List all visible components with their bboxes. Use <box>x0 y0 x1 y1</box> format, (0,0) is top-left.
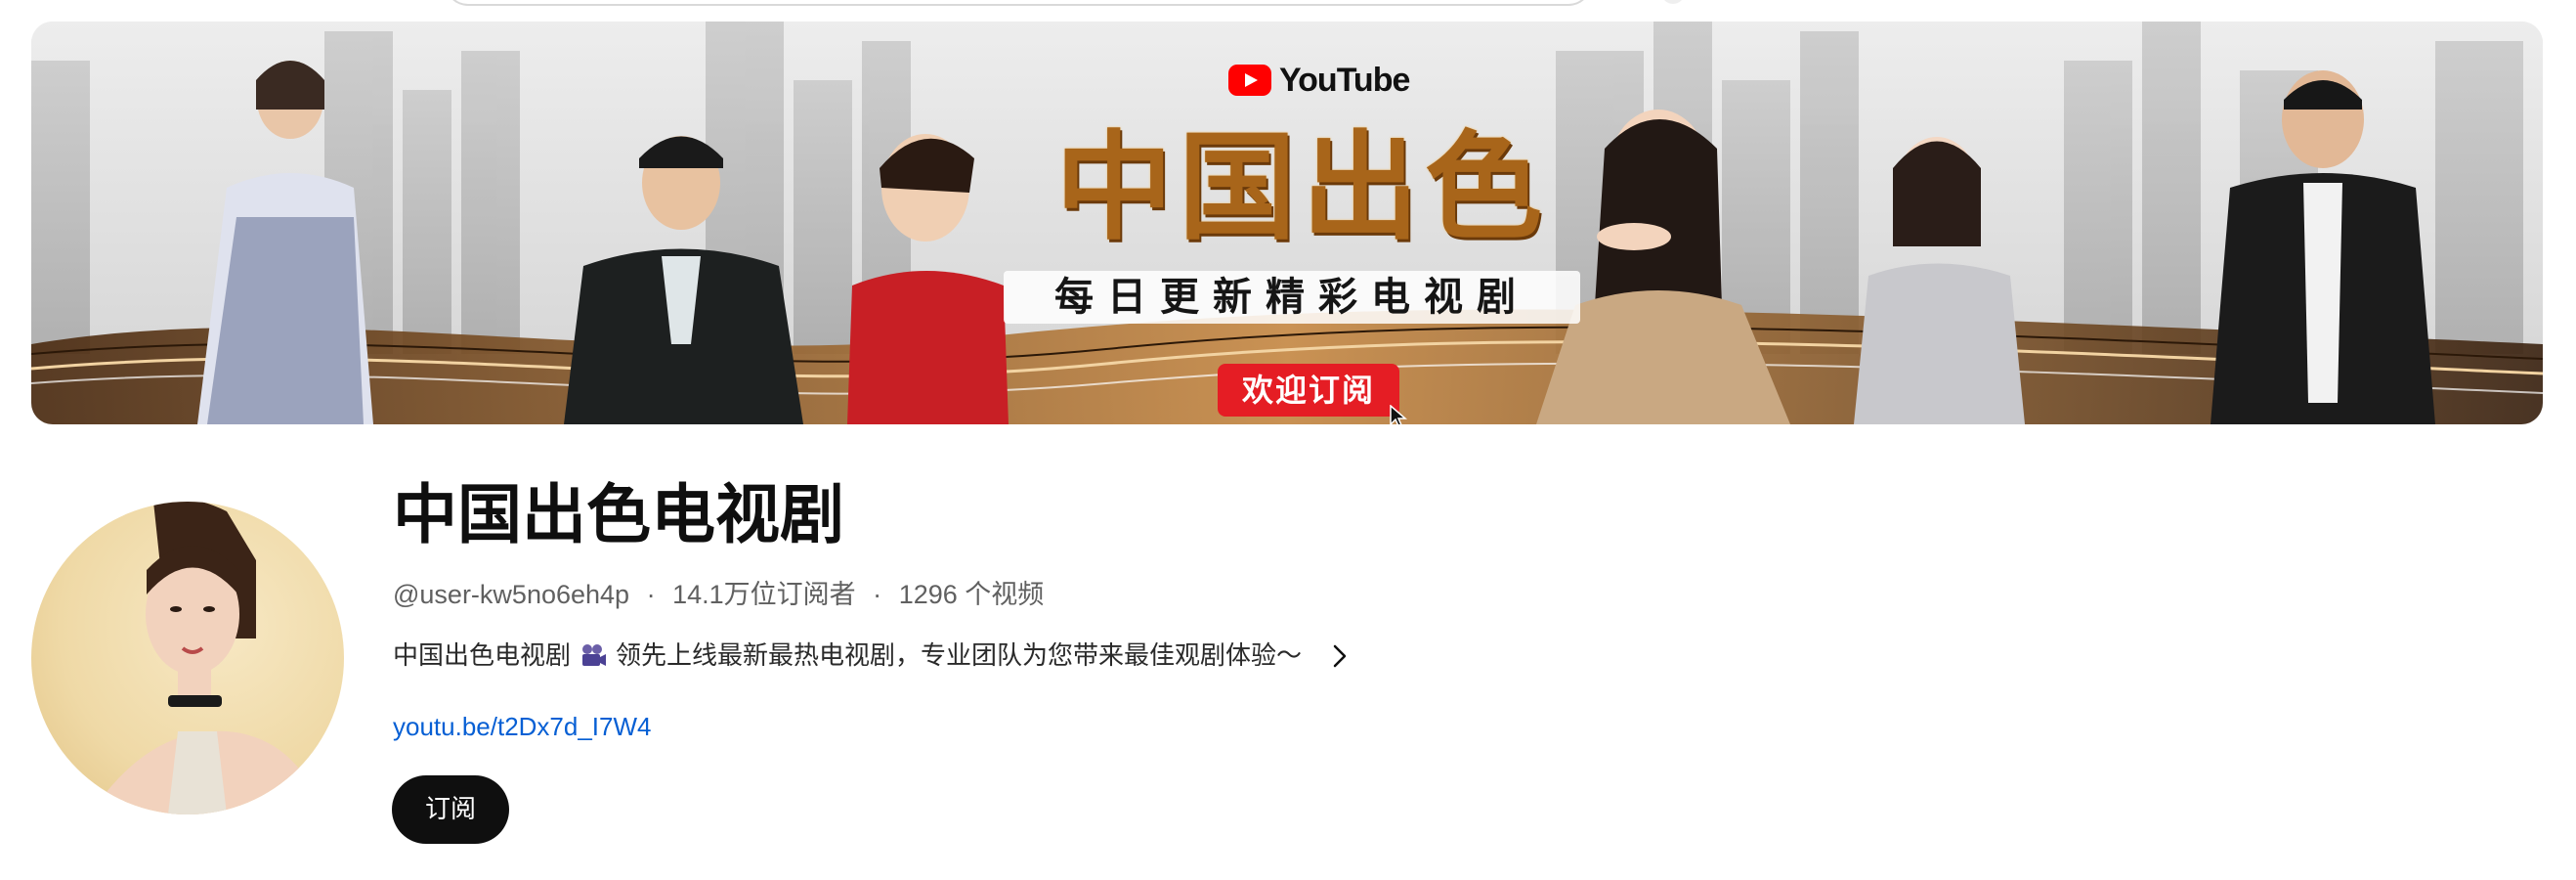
channel-description[interactable]: 中国出色电视剧 领先上线最新最热电视剧，专业团队为您带来最佳观剧体验～ <box>393 638 1354 674</box>
channel-avatar[interactable] <box>31 502 344 814</box>
channel-handle: @user-kw5no6eh4p <box>393 580 630 609</box>
banner-subscribe-badge: 欢迎订阅 <box>1218 364 1399 417</box>
meta-separator: · <box>873 580 882 609</box>
search-bar[interactable] <box>445 0 1592 6</box>
video-count: 1296 个视频 <box>898 580 1045 609</box>
youtube-logo: YouTube <box>1228 61 1410 100</box>
mouse-cursor-icon <box>1390 405 1407 424</box>
channel-name: 中国出色电视剧 <box>393 477 844 552</box>
youtube-play-icon <box>1228 65 1271 96</box>
description-start: 中国出色电视剧 <box>393 641 572 671</box>
banner-subtitle: 每日更新精彩电视剧 <box>1004 271 1580 324</box>
youtube-wordmark: YouTube <box>1279 61 1410 99</box>
subscriber-count: 14.1万位订阅者 <box>672 580 856 609</box>
avatar-portrait <box>90 502 324 814</box>
description-end: 领先上线最新最热电视剧，专业团队为您带来最佳观剧体验～ <box>616 641 1303 671</box>
movie-camera-icon <box>582 644 607 666</box>
meta-separator: · <box>646 580 656 609</box>
channel-link[interactable]: youtu.be/t2Dx7d_I7W4 <box>393 710 652 743</box>
banner-title: 中国出色 <box>1055 118 1548 256</box>
chevron-right-icon[interactable] <box>1325 641 1354 671</box>
channel-meta: @user-kw5no6eh4p · 14.1万位订阅者 · 1296 个视频 <box>393 577 1044 612</box>
subscribe-button[interactable]: 订阅 <box>392 775 509 844</box>
voice-search-button[interactable] <box>1661 0 1685 4</box>
channel-banner: YouTube 中国出色 每日更新精彩电视剧 欢迎订阅 <box>31 22 2543 424</box>
